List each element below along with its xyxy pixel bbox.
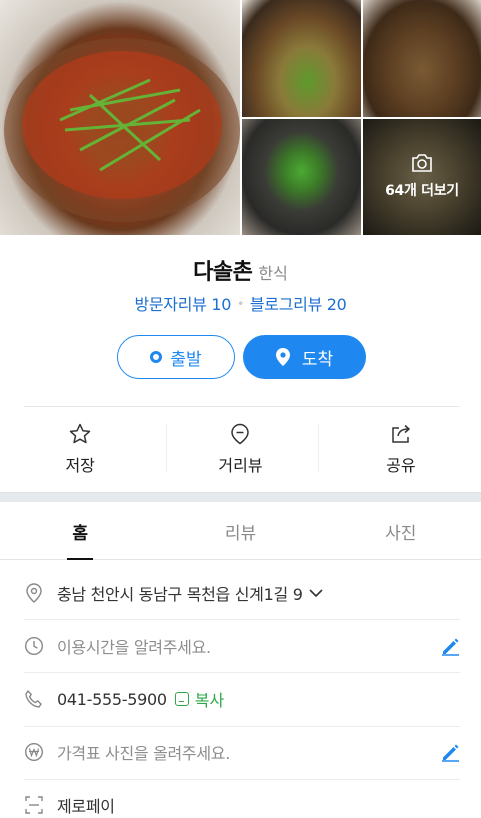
place-category: 한식 — [258, 264, 288, 283]
save-label: 저장 — [65, 456, 95, 475]
divider — [24, 406, 460, 407]
share-label: 공유 — [386, 456, 416, 475]
copy-button[interactable]: 복사 — [174, 687, 225, 711]
share-button[interactable]: 공유 — [321, 420, 481, 476]
camera-icon — [412, 154, 432, 172]
edit-pencil-icon[interactable] — [440, 636, 460, 656]
copy-label: 복사 — [194, 691, 225, 710]
divider — [24, 726, 460, 727]
share-icon — [392, 424, 410, 443]
clock-icon — [24, 636, 44, 656]
tab-reviews[interactable]: 리뷰 — [160, 503, 320, 559]
street-view-icon — [231, 423, 250, 445]
tab-photos[interactable]: 사진 — [321, 503, 481, 559]
zeropay-label: 제로페이 — [57, 797, 115, 816]
price-row[interactable]: 가격표 사진을 올려주세요. — [24, 736, 460, 768]
chevron-down-icon[interactable] — [309, 588, 323, 598]
photo-thumb-1[interactable] — [242, 0, 361, 117]
location-icon — [24, 583, 44, 603]
hours-placeholder: 이용시간을 알려주세요. — [57, 638, 211, 657]
divider — [24, 779, 460, 780]
route-arrive-button[interactable]: 도착 — [243, 335, 366, 379]
phone-row[interactable]: 041-555-5900 복사 — [24, 683, 460, 715]
route-arrive-label: 도착 — [301, 349, 334, 370]
divider — [318, 424, 319, 472]
blog-reviews-link[interactable]: 블로그리뷰 20 — [250, 295, 347, 314]
phone-icon — [24, 689, 44, 709]
photo-gallery: 64개 더보기 — [0, 0, 481, 235]
copy-icon — [174, 692, 189, 706]
place-name: 다솔촌 — [193, 260, 253, 285]
address-text: 충남 천안시 동남구 목천읍 신계1길 9 — [57, 585, 303, 604]
phone-number: 041-555-5900 — [57, 689, 167, 709]
tab-bar: 홈 리뷰 사진 — [0, 503, 481, 560]
zeropay-row[interactable]: 제로페이 — [24, 789, 460, 818]
divider — [24, 619, 460, 620]
tab-home[interactable]: 홈 — [0, 503, 160, 560]
street-view-button[interactable]: 거리뷰 — [160, 420, 320, 476]
main-photo[interactable] — [0, 0, 240, 235]
start-point-icon — [150, 351, 163, 363]
scan-icon — [24, 795, 44, 815]
edit-pencil-icon[interactable] — [440, 742, 460, 762]
divider — [24, 672, 460, 673]
review-links: 방문자리뷰 10 • 블로그리뷰 20 — [0, 291, 481, 315]
street-view-label: 거리뷰 — [218, 456, 263, 475]
photo-thumb-3[interactable] — [242, 119, 361, 235]
place-title: 다솔촌 한식 — [0, 254, 481, 286]
won-icon — [24, 742, 44, 762]
star-icon — [69, 423, 91, 444]
price-placeholder: 가격표 사진을 올려주세요. — [57, 744, 230, 763]
route-start-label: 출발 — [170, 349, 202, 370]
action-bar: 저장 거리뷰 공유 — [0, 420, 481, 476]
more-photos-button[interactable]: 64개 더보기 — [363, 119, 481, 235]
save-button[interactable]: 저장 — [0, 420, 160, 476]
address-row[interactable]: 충남 천안시 동남구 목천읍 신계1길 9 — [24, 577, 460, 609]
separator-dot: • — [237, 297, 244, 311]
visitor-reviews-link[interactable]: 방문자리뷰 10 — [134, 295, 231, 314]
route-start-button[interactable]: 출발 — [117, 335, 235, 379]
photo-thumb-2[interactable] — [363, 0, 481, 117]
location-pin-icon — [275, 348, 290, 366]
section-divider — [0, 492, 481, 502]
hours-row[interactable]: 이용시간을 알려주세요. — [24, 630, 460, 662]
divider — [166, 424, 167, 472]
more-photos-label: 64개 더보기 — [385, 183, 459, 199]
